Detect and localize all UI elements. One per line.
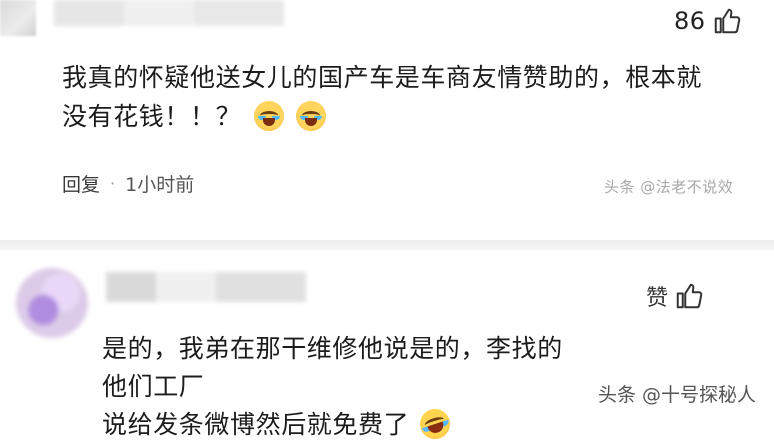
watermark: 头条 @十号探秘人 [598, 384, 757, 406]
avatar[interactable] [0, 0, 36, 36]
comment-text: 是的，我弟在那干维修他说是的，李找的他们工厂 说给发条微博然后就免费了 [102, 330, 582, 444]
comment-text: 我真的怀疑他送女儿的国产车是车商友情赞助的，根本就 没有花钱！！？ [62, 58, 762, 136]
comment-text-line: 没有花钱！！？ [62, 102, 242, 131]
comment-text-line: 我真的怀疑他送女儿的国产车是车商友情赞助的，根本就 [62, 63, 703, 92]
comment-meta: 回复 · 1小时前 [62, 170, 194, 197]
like-control[interactable]: 赞 [646, 280, 704, 312]
like-count: 86 [674, 7, 706, 35]
like-control[interactable]: 86 [674, 6, 742, 36]
watermark: 头条 @法老不说效 [604, 178, 734, 196]
thumbs-up-icon[interactable] [712, 6, 742, 36]
separator: · [110, 174, 116, 193]
thumbs-up-icon[interactable] [674, 281, 704, 311]
crying-face-icon [296, 101, 327, 131]
reply-button[interactable]: 回复 [62, 170, 100, 197]
username-blurred[interactable] [106, 272, 306, 302]
avatar[interactable] [16, 268, 88, 338]
like-label[interactable]: 赞 [646, 280, 668, 312]
comment-text-line: 说给发条微博然后就免费了 [102, 410, 410, 439]
crying-face-icon [253, 101, 284, 131]
timestamp: 1小时前 [125, 174, 195, 196]
divider [0, 240, 774, 250]
laughing-crying-face-icon [415, 405, 454, 443]
username-blurred[interactable] [54, 0, 284, 26]
comment-text-line: 是的，我弟在那干维修他说是的，李找的他们工厂 [102, 334, 563, 401]
